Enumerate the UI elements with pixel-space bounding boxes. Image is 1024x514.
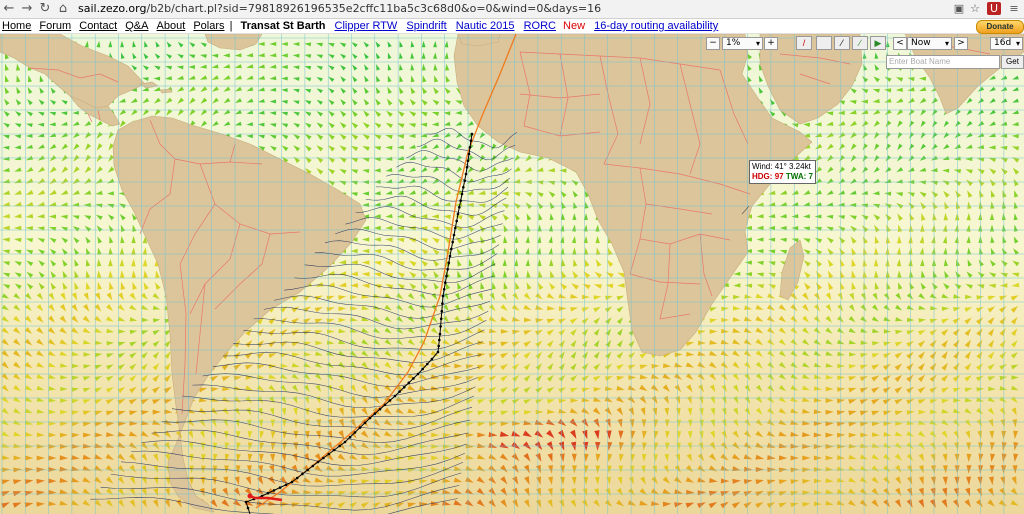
shield-extension-icon[interactable]: U bbox=[987, 2, 1001, 15]
time-next-button[interactable]: > bbox=[954, 37, 968, 50]
play-arrow-icon[interactable]: ▶ bbox=[870, 36, 886, 50]
menu-home-link[interactable]: Home bbox=[2, 20, 31, 32]
menu-contact-link[interactable]: Contact bbox=[79, 20, 117, 32]
menu-about-link[interactable]: About bbox=[157, 20, 186, 32]
home-icon[interactable]: ⌂ bbox=[56, 1, 70, 16]
race-link-nautic[interactable]: Nautic 2015 bbox=[456, 20, 515, 32]
url-bar[interactable]: sail.zezo.org/b2b/chart.pl?sid=798189261… bbox=[78, 1, 601, 16]
boat-name-input[interactable]: Enter Boat Name bbox=[886, 55, 1000, 69]
race-link-rorc[interactable]: RORC bbox=[524, 20, 556, 32]
boat-position-marker[interactable] bbox=[247, 493, 253, 499]
get-boat-button[interactable]: Get bbox=[1001, 55, 1024, 69]
race-link-spindrift[interactable]: Spindrift bbox=[406, 20, 446, 32]
routing-availability-link[interactable]: 16-day routing availability bbox=[594, 20, 718, 32]
browser-toolbar: ← → ↻ ⌂ sail.zezo.org/b2b/chart.pl?sid=7… bbox=[0, 0, 1024, 19]
menu-forum-link[interactable]: Forum bbox=[39, 20, 71, 32]
line-tool-icon[interactable]: ⁄ bbox=[834, 36, 850, 50]
donate-button[interactable]: Donate bbox=[976, 20, 1024, 34]
site-menu-bar: Home Forum Contact Q&A About Polars | Tr… bbox=[0, 19, 1024, 34]
wind-readout: Wind: 41° 3.24kt bbox=[752, 162, 811, 171]
time-prev-button[interactable]: < bbox=[893, 37, 907, 50]
current-race-title: Transat St Barth bbox=[240, 20, 326, 32]
curve-tool-icon[interactable]: ∕ bbox=[852, 36, 868, 50]
menu-icon[interactable]: ≡ bbox=[1007, 2, 1021, 15]
url-path: /b2b/chart.pl?sid=79818926196535e2cffc11… bbox=[146, 2, 602, 15]
menu-qa-link[interactable]: Q&A bbox=[125, 20, 148, 32]
days-select[interactable]: 16d bbox=[990, 37, 1023, 50]
heading-readout: HDG: 97 TWA: 7 bbox=[752, 172, 813, 181]
menu-separator: | bbox=[229, 20, 233, 32]
bookmark-star-icon[interactable]: ☆ bbox=[968, 2, 982, 15]
reload-icon[interactable]: ↻ bbox=[38, 1, 52, 16]
time-select[interactable]: Now bbox=[907, 37, 952, 50]
new-badge: New bbox=[563, 20, 586, 32]
zoom-select[interactable]: 1% bbox=[722, 37, 763, 50]
wind-info-tooltip: Wind: 41° 3.24kt HDG: 97 TWA: 7 bbox=[749, 160, 816, 184]
zoom-in-button[interactable]: + bbox=[764, 37, 778, 50]
chart-area[interactable]: − 1% + / ⁄ ∕ ▶ < Now > 16d Enter Boat Na… bbox=[0, 34, 1024, 514]
race-link-clipper[interactable]: Clipper RTW bbox=[335, 20, 398, 32]
url-host: sail.zezo.org bbox=[78, 2, 147, 15]
forward-arrow-icon[interactable]: → bbox=[20, 1, 34, 16]
extension-icon[interactable]: ▣ bbox=[952, 2, 966, 15]
blank-tool-icon[interactable] bbox=[816, 36, 832, 50]
back-arrow-icon[interactable]: ← bbox=[2, 1, 16, 16]
zoom-out-button[interactable]: − bbox=[706, 37, 720, 50]
weather-routing-map[interactable] bbox=[0, 34, 1024, 514]
draw-route-tool-icon[interactable]: / bbox=[796, 36, 812, 50]
menu-polars-link[interactable]: Polars bbox=[193, 20, 224, 32]
